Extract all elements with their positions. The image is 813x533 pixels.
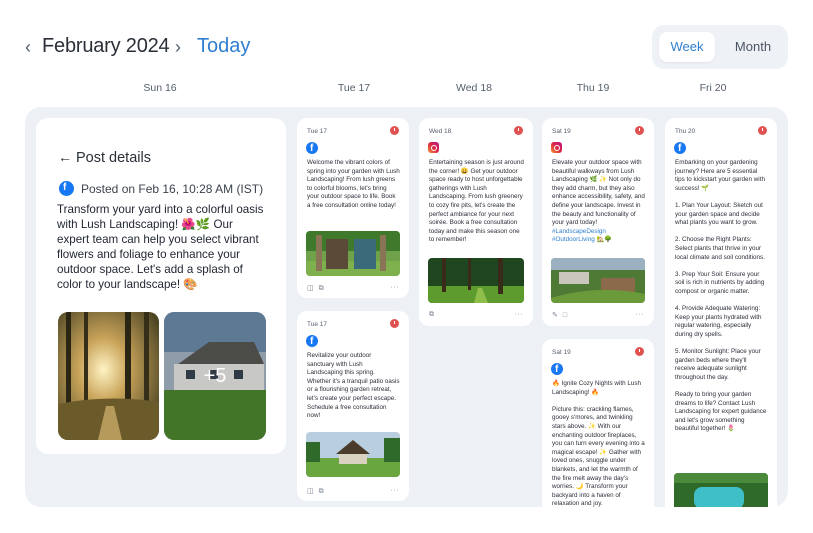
day-header-sun: Sun 16 xyxy=(143,82,177,94)
copy-icon[interactable]: ⧉ xyxy=(429,311,434,319)
view-toggle: Week Month xyxy=(652,25,788,69)
post-details-panel: ← Post details Posted on Feb 16, 10:28 A… xyxy=(36,118,286,454)
alert-icon xyxy=(635,347,644,356)
facebook-icon xyxy=(306,142,318,155)
post-image-forest-path xyxy=(428,258,524,303)
post-date: Thu 20 xyxy=(675,128,696,135)
post-card-fri[interactable]: Thu 20 Embarking on your gardening journ… xyxy=(665,118,777,507)
facebook-icon xyxy=(674,142,686,155)
instagram-icon xyxy=(551,142,562,153)
alert-icon xyxy=(390,126,399,135)
post-paragraph: 5. Monitor Sunlight: Place your garden b… xyxy=(675,348,761,381)
week-view-button[interactable]: Week xyxy=(659,32,715,62)
post-body: Transform your yard into a colorful oasi… xyxy=(57,203,264,291)
post-footer: ◫ ⧉ ··· xyxy=(307,487,399,496)
post-card-tue-1[interactable]: Tue 17 Welcome the vibrant colors of spr… xyxy=(297,118,409,298)
today-button[interactable]: Today xyxy=(197,35,250,58)
alert-icon xyxy=(635,126,644,135)
post-card-sat-2[interactable]: Sat 19 🔥 Ignite Cozy Nights with Lush La… xyxy=(542,339,654,507)
post-text: Embarking on your gardening journey? Her… xyxy=(675,159,768,443)
post-text: Elevate your outdoor space with beautifu… xyxy=(552,159,645,245)
post-date: Tue 17 xyxy=(307,321,327,328)
post-date: Tue 17 xyxy=(307,128,327,135)
more-icon[interactable]: ··· xyxy=(636,311,645,318)
post-card-sat-1[interactable]: Sat 19 Elevate your outdoor space with b… xyxy=(542,118,654,326)
day-header-fri: Fri 20 xyxy=(699,82,727,94)
post-text: Entertaining season is just around the c… xyxy=(429,159,524,244)
chevron-right-icon[interactable]: › xyxy=(169,36,187,58)
facebook-icon xyxy=(59,181,74,196)
post-date: Wed 18 xyxy=(429,128,452,135)
post-paragraph: 3. Prep Your Soil: Ensure your soil is r… xyxy=(675,270,765,295)
posted-timestamp: Posted on Feb 16, 10:28 AM (IST) xyxy=(81,182,264,196)
post-card-wed[interactable]: Wed 18 Entertaining season is just aroun… xyxy=(419,118,533,326)
day-header-tue: Tue 17 xyxy=(337,82,371,94)
post-text-body: Elevate your outdoor space with beautifu… xyxy=(552,159,645,227)
post-footer: ✎ □ ··· xyxy=(552,311,644,319)
month-title: February 2024 xyxy=(42,35,170,57)
calendar-toolbar: ‹ February 2024 › Today Week Month xyxy=(0,0,813,80)
alert-icon xyxy=(514,126,523,135)
post-heading: 🔥 Ignite Cozy Nights with Lush Landscapi… xyxy=(552,380,642,396)
edit-icon[interactable]: ✎ xyxy=(552,311,558,319)
more-icon[interactable]: ··· xyxy=(391,284,400,291)
post-text: Welcome the vibrant colors of spring int… xyxy=(307,159,400,209)
trash-icon[interactable]: ◫ xyxy=(307,487,314,495)
day-header-thu: Thu 19 xyxy=(576,82,610,94)
copy-icon[interactable]: ⧉ xyxy=(319,285,324,293)
month-view-button[interactable]: Month xyxy=(724,32,782,62)
post-text: Revitalize your outdoor sanctuary with L… xyxy=(307,352,400,420)
post-photo-house[interactable]: +5 xyxy=(164,312,266,440)
post-image-pool-garden xyxy=(674,473,768,507)
post-image-gazebo xyxy=(306,432,400,477)
post-photo-forest[interactable] xyxy=(58,312,159,440)
post-image-garden-gate xyxy=(306,231,400,276)
post-details-title: Post details xyxy=(76,150,151,166)
week-board: ← Post details Posted on Feb 16, 10:28 A… xyxy=(25,107,788,507)
post-paragraph: 1. Plan Your Layout: Sketch out your gar… xyxy=(675,201,763,227)
post-footer: ⧉ ··· xyxy=(429,311,523,319)
post-paragraph: 2. Choose the Right Plants: Select plant… xyxy=(675,236,765,261)
facebook-icon xyxy=(306,335,318,348)
more-icon[interactable]: ··· xyxy=(391,487,400,494)
post-date: Sat 19 xyxy=(552,349,571,356)
post-body: Picture this: crackling flames, gooey s'… xyxy=(552,405,645,507)
facebook-icon xyxy=(551,363,563,376)
post-footer: ◫ ⧉ ··· xyxy=(307,284,399,293)
chevron-left-icon[interactable]: ‹ xyxy=(19,36,37,58)
post-text: 🔥 Ignite Cozy Nights with Lush Landscapi… xyxy=(552,380,645,507)
instagram-icon xyxy=(428,142,439,153)
post-card-tue-2[interactable]: Tue 17 Revitalize your outdoor sanctuary… xyxy=(297,311,409,501)
post-paragraph: Ready to bring your garden dreams to lif… xyxy=(675,391,767,433)
alert-icon xyxy=(758,126,767,135)
post-paragraph: 4. Provide Adequate Watering: Keep your … xyxy=(675,305,762,338)
alert-icon xyxy=(390,319,399,328)
day-header-wed: Wed 18 xyxy=(456,82,492,94)
post-image-walkway xyxy=(551,258,645,303)
arrow-left-icon[interactable]: ← xyxy=(58,149,72,165)
post-paragraph: Embarking on your gardening journey? Her… xyxy=(675,159,765,192)
trash-icon[interactable]: ◫ xyxy=(307,284,314,292)
post-date: Sat 19 xyxy=(552,128,571,135)
post-hashtags[interactable]: #LandscapeDesign #OutdoorLiving 🏡🌳 xyxy=(552,228,612,244)
more-icon[interactable]: ··· xyxy=(515,311,524,318)
more-photos-count[interactable]: +5 xyxy=(164,312,266,440)
calendar-icon[interactable]: □ xyxy=(563,312,567,319)
copy-icon[interactable]: ⧉ xyxy=(319,488,324,496)
